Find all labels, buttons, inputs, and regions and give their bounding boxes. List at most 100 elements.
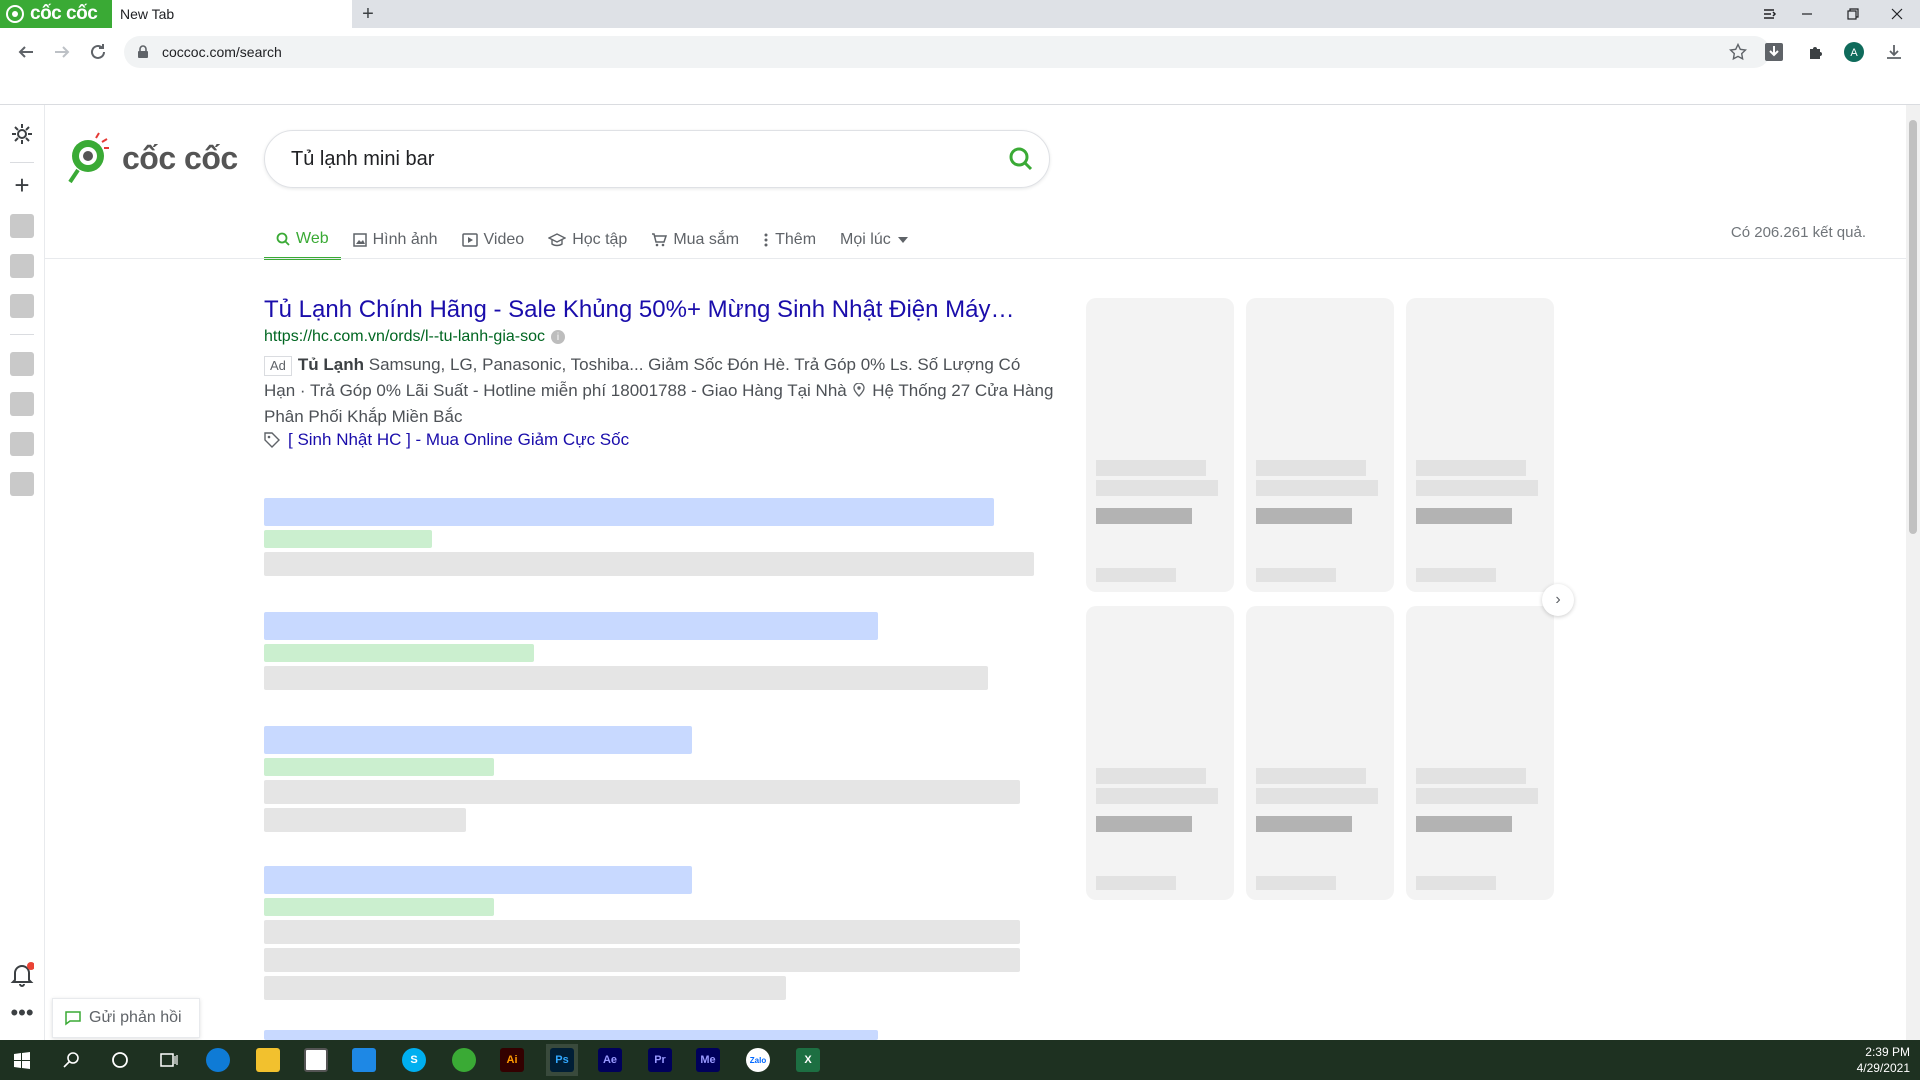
- back-arrow-icon[interactable]: [12, 38, 40, 66]
- taskbar-app-skype-icon[interactable]: S: [398, 1044, 430, 1076]
- taskbar-app-after-effects-icon[interactable]: Ae: [594, 1044, 626, 1076]
- taskbar-app-premiere-icon[interactable]: Pr: [644, 1044, 676, 1076]
- carousel-next-chevron-icon[interactable]: ›: [1542, 584, 1574, 616]
- taskbar-app-edge-icon[interactable]: [202, 1044, 234, 1076]
- tag-icon: [264, 432, 280, 448]
- close-icon[interactable]: [1874, 0, 1920, 28]
- taskbar-clock[interactable]: 2:39 PM 4/29/2021: [1857, 1044, 1910, 1076]
- downloads-icon[interactable]: [1880, 38, 1908, 66]
- tab-label: Video: [483, 231, 525, 248]
- product-card-skeleton[interactable]: [1086, 606, 1234, 900]
- cart-icon: [652, 233, 668, 247]
- svg-text:A: A: [1850, 47, 1858, 59]
- bookmark-star-icon[interactable]: [1724, 38, 1752, 66]
- windows-start-icon[interactable]: [6, 1044, 38, 1076]
- address-bar[interactable]: [124, 36, 1770, 68]
- product-card-skeleton[interactable]: [1086, 298, 1234, 592]
- taskbar-app-coccoc-icon[interactable]: [448, 1044, 480, 1076]
- ad-result-url[interactable]: https://hc.com.vn/ords/l--tu-lanh-gia-so…: [264, 328, 565, 346]
- coccoc-logo-mark-icon: [68, 132, 109, 184]
- savior-download-icon[interactable]: [1760, 38, 1788, 66]
- search-box[interactable]: [264, 130, 1050, 188]
- skeleton-url: [264, 530, 432, 548]
- taskbar-app-zalo-icon[interactable]: Zalo: [742, 1044, 774, 1076]
- task-view-icon[interactable]: [152, 1044, 184, 1076]
- notification-bell-icon[interactable]: [10, 962, 35, 988]
- taskbar-search-icon[interactable]: [56, 1044, 88, 1076]
- skeleton-url: [264, 898, 494, 916]
- reload-icon[interactable]: [84, 38, 112, 66]
- sidebar-app-item[interactable]: [10, 352, 34, 376]
- taskbar-app-mail-icon[interactable]: [348, 1044, 380, 1076]
- chat-bubble-icon: [65, 1011, 81, 1026]
- minimize-icon[interactable]: [1784, 0, 1830, 28]
- lock-icon: [138, 45, 148, 58]
- feedback-button[interactable]: Gửi phản hồi: [52, 998, 200, 1038]
- windows-taskbar: [0, 1040, 1920, 1080]
- skeleton-title: [264, 498, 994, 526]
- product-card-skeleton[interactable]: [1246, 298, 1394, 592]
- tab-study[interactable]: Học tập: [536, 220, 639, 260]
- skeleton-url: [264, 644, 534, 662]
- tab-label: Mọi lúc: [840, 231, 891, 248]
- cortana-circle-icon[interactable]: [104, 1044, 136, 1076]
- coccoc-brand-label: cốc cốc: [30, 3, 98, 24]
- taskbar-app-illustrator-icon[interactable]: Ai: [496, 1044, 528, 1076]
- tab-label: Học tập: [572, 231, 628, 248]
- sidebar-app-item[interactable]: [10, 294, 34, 318]
- sidebar-app-item[interactable]: [10, 472, 34, 496]
- more-vertical-icon: [764, 233, 768, 247]
- ad-result-title-link[interactable]: Tủ Lạnh Chính Hãng - Sale Khủng 50%+ Mừn…: [264, 296, 1015, 324]
- tab-label: Web: [296, 229, 329, 247]
- tab-images[interactable]: Hình ảnh: [341, 220, 450, 260]
- skeleton-snippet: [264, 552, 1034, 576]
- taskbar-app-file-explorer-icon[interactable]: [252, 1044, 284, 1076]
- time-filter-dropdown[interactable]: Mọi lúc: [828, 220, 921, 260]
- extensions-puzzle-icon[interactable]: [1802, 38, 1830, 66]
- result-count: Có 206.261 kết quả.: [1730, 224, 1866, 241]
- ad-sitelink[interactable]: [ Sinh Nhật HC ] - Mua Online Giảm Cực S…: [264, 430, 629, 450]
- taskbar-app-photoshop-icon[interactable]: Ps: [546, 1044, 578, 1076]
- sidebar-app-item[interactable]: [10, 392, 34, 416]
- profile-avatar[interactable]: A: [1840, 38, 1868, 66]
- feedback-label: Gửi phản hồi: [89, 1009, 182, 1026]
- skeleton-snippet: [264, 780, 1020, 804]
- skeleton-title: [264, 612, 878, 640]
- coccoc-logo[interactable]: cốc cốc: [66, 130, 246, 186]
- restore-icon[interactable]: [1830, 0, 1876, 28]
- sitelink-text: [ Sinh Nhật HC ] - Mua Online Giảm Cực S…: [288, 430, 630, 449]
- skeleton-snippet: [264, 808, 466, 832]
- taskbar-app-media-encoder-icon[interactable]: Me: [692, 1044, 724, 1076]
- address-input[interactable]: [160, 43, 1564, 61]
- tab-new-tab[interactable]: New Tab: [112, 0, 352, 28]
- sidebar-app-item[interactable]: [10, 432, 34, 456]
- forward-arrow-icon[interactable]: [48, 38, 76, 66]
- scrollbar-thumb[interactable]: [1909, 120, 1917, 534]
- tab-shopping[interactable]: Mua sắm: [639, 220, 751, 260]
- sidebar-app-item[interactable]: [10, 214, 34, 238]
- skeleton-snippet: [264, 948, 1020, 972]
- product-card-skeleton[interactable]: [1406, 298, 1554, 592]
- search-input[interactable]: [289, 146, 993, 172]
- tab-web[interactable]: Web: [264, 220, 341, 260]
- coccoc-menu-button[interactable]: cốc cốc: [0, 0, 112, 28]
- caret-down-icon: [897, 237, 908, 243]
- search-submit-icon[interactable]: [1008, 146, 1034, 172]
- product-card-skeleton[interactable]: [1406, 606, 1554, 900]
- ad-desc-bold: Tủ Lạnh: [297, 355, 365, 374]
- video-icon: [461, 233, 478, 247]
- settings-gear-icon[interactable]: [10, 122, 34, 146]
- tab-label: Thêm: [775, 231, 817, 248]
- taskbar-app-store-icon[interactable]: [300, 1044, 332, 1076]
- add-sidebar-plus-icon[interactable]: +: [10, 172, 34, 198]
- ad-badge: Ad: [264, 356, 292, 376]
- new-tab-plus-icon[interactable]: +: [356, 2, 380, 26]
- clock-date: 4/29/2021: [1856, 1061, 1910, 1075]
- tab-more[interactable]: Thêm: [751, 220, 828, 260]
- info-icon[interactable]: i: [551, 330, 565, 344]
- product-card-skeleton[interactable]: [1246, 606, 1394, 900]
- more-horizontal-icon[interactable]: •••: [10, 1002, 34, 1026]
- tab-video[interactable]: Video: [450, 220, 537, 260]
- sidebar-app-item[interactable]: [10, 254, 34, 278]
- taskbar-app-excel-icon[interactable]: X: [792, 1044, 824, 1076]
